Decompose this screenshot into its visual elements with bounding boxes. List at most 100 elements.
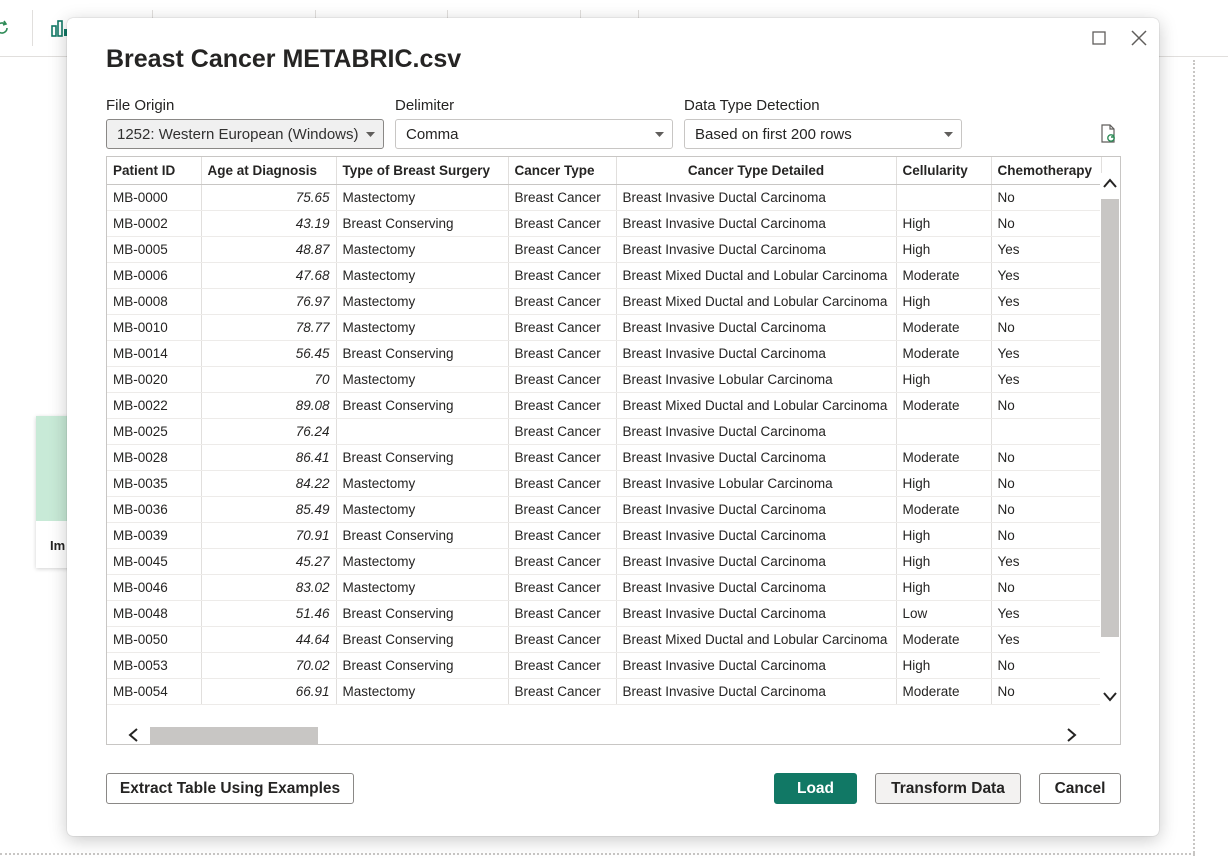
table-cell[interactable]: Breast Invasive Ductal Carcinoma bbox=[616, 340, 897, 367]
table-cell[interactable]: Yes bbox=[991, 288, 1102, 315]
column-header[interactable]: Cellularity bbox=[896, 157, 992, 185]
table-cell[interactable]: Breast Invasive Ductal Carcinoma bbox=[616, 184, 897, 211]
table-cell[interactable]: Breast Cancer bbox=[508, 496, 617, 523]
table-cell[interactable]: Breast Mixed Ductal and Lobular Carcinom… bbox=[616, 262, 897, 289]
table-cell[interactable]: MB-0050 bbox=[107, 626, 202, 653]
table-cell[interactable]: 78.77 bbox=[201, 314, 337, 341]
table-cell[interactable]: Breast Invasive Ductal Carcinoma bbox=[616, 600, 897, 627]
transform-data-button[interactable]: Transform Data bbox=[875, 773, 1021, 804]
table-cell[interactable]: 48.87 bbox=[201, 236, 337, 263]
table-cell[interactable]: Mastectomy bbox=[336, 184, 509, 211]
table-cell[interactable]: Mastectomy bbox=[336, 236, 509, 263]
table-cell[interactable]: Breast Cancer bbox=[508, 600, 617, 627]
delimiter-select[interactable]: Comma bbox=[395, 119, 673, 149]
table-cell[interactable]: MB-0008 bbox=[107, 288, 202, 315]
table-cell[interactable]: Breast Invasive Ductal Carcinoma bbox=[616, 574, 897, 601]
table-cell[interactable]: Yes bbox=[991, 340, 1102, 367]
table-cell[interactable]: MB-0020 bbox=[107, 366, 202, 393]
table-cell[interactable]: 70.91 bbox=[201, 522, 337, 549]
table-cell[interactable]: 45.27 bbox=[201, 548, 337, 575]
table-cell[interactable]: No bbox=[991, 496, 1102, 523]
table-cell[interactable]: 70.02 bbox=[201, 652, 337, 679]
table-cell[interactable]: Yes bbox=[991, 366, 1102, 393]
table-cell[interactable]: Breast Invasive Ductal Carcinoma bbox=[616, 522, 897, 549]
table-cell[interactable]: Breast Invasive Ductal Carcinoma bbox=[616, 444, 897, 471]
table-cell[interactable]: No bbox=[991, 210, 1102, 237]
table-cell[interactable]: 66.91 bbox=[201, 678, 337, 705]
table-cell[interactable]: Breast Cancer bbox=[508, 366, 617, 393]
vertical-scrollbar[interactable] bbox=[1100, 173, 1120, 728]
table-cell[interactable]: Mastectomy bbox=[336, 574, 509, 601]
table-cell[interactable]: 76.97 bbox=[201, 288, 337, 315]
table-cell[interactable]: 47.68 bbox=[201, 262, 337, 289]
table-cell[interactable]: Moderate bbox=[896, 262, 992, 289]
table-cell[interactable]: 70 bbox=[201, 366, 337, 393]
table-cell[interactable]: 86.41 bbox=[201, 444, 337, 471]
table-cell[interactable]: Breast Cancer bbox=[508, 522, 617, 549]
scroll-left-icon[interactable] bbox=[127, 728, 139, 742]
table-cell[interactable]: Breast Cancer bbox=[508, 392, 617, 419]
table-cell[interactable]: Breast Mixed Ductal and Lobular Carcinom… bbox=[616, 288, 897, 315]
table-cell[interactable]: High bbox=[896, 522, 992, 549]
table-cell[interactable]: No bbox=[991, 470, 1102, 497]
table-cell[interactable]: MB-0046 bbox=[107, 574, 202, 601]
scroll-down-icon[interactable] bbox=[1103, 691, 1117, 703]
table-cell[interactable]: Breast Cancer bbox=[508, 678, 617, 705]
cancel-button[interactable]: Cancel bbox=[1039, 773, 1121, 804]
horizontal-scroll-thumb[interactable] bbox=[150, 727, 318, 744]
table-cell[interactable]: No bbox=[991, 522, 1102, 549]
table-cell[interactable]: 44.64 bbox=[201, 626, 337, 653]
table-cell[interactable]: 51.46 bbox=[201, 600, 337, 627]
table-cell[interactable]: Breast Cancer bbox=[508, 470, 617, 497]
table-cell[interactable]: Breast Conserving bbox=[336, 392, 509, 419]
table-cell[interactable]: 85.49 bbox=[201, 496, 337, 523]
table-cell[interactable]: MB-0053 bbox=[107, 652, 202, 679]
table-cell[interactable]: Breast Cancer bbox=[508, 210, 617, 237]
column-header[interactable]: Chemotherapy bbox=[991, 157, 1102, 185]
table-cell[interactable]: Breast Invasive Ductal Carcinoma bbox=[616, 236, 897, 263]
table-cell[interactable]: Moderate bbox=[896, 340, 992, 367]
table-cell[interactable]: Moderate bbox=[896, 496, 992, 523]
table-cell[interactable]: Yes bbox=[991, 600, 1102, 627]
column-header[interactable]: Age at Diagnosis bbox=[201, 157, 337, 185]
table-cell[interactable]: Yes bbox=[991, 548, 1102, 575]
table-cell[interactable]: No bbox=[991, 184, 1102, 211]
table-cell[interactable]: No bbox=[991, 574, 1102, 601]
table-cell[interactable]: No bbox=[991, 678, 1102, 705]
refresh-icon[interactable] bbox=[0, 20, 10, 36]
extract-table-button[interactable]: Extract Table Using Examples bbox=[106, 773, 354, 804]
table-cell[interactable]: MB-0010 bbox=[107, 314, 202, 341]
table-cell[interactable]: MB-0005 bbox=[107, 236, 202, 263]
table-cell[interactable]: Breast Cancer bbox=[508, 314, 617, 341]
table-cell[interactable]: Breast Invasive Ductal Carcinoma bbox=[616, 496, 897, 523]
scroll-right-icon[interactable] bbox=[1066, 728, 1078, 742]
table-cell[interactable]: Moderate bbox=[896, 314, 992, 341]
table-cell[interactable]: Mastectomy bbox=[336, 548, 509, 575]
table-cell[interactable]: Breast Invasive Ductal Carcinoma bbox=[616, 678, 897, 705]
table-cell[interactable]: Breast Cancer bbox=[508, 288, 617, 315]
table-cell[interactable]: MB-0035 bbox=[107, 470, 202, 497]
table-cell[interactable]: Yes bbox=[991, 236, 1102, 263]
table-cell[interactable]: High bbox=[896, 366, 992, 393]
table-cell[interactable]: Breast Conserving bbox=[336, 210, 509, 237]
table-cell[interactable]: Breast Mixed Ductal and Lobular Carcinom… bbox=[616, 626, 897, 653]
table-cell[interactable]: MB-0025 bbox=[107, 418, 202, 445]
table-cell[interactable]: 43.19 bbox=[201, 210, 337, 237]
table-cell[interactable]: Breast Cancer bbox=[508, 574, 617, 601]
table-cell[interactable]: High bbox=[896, 574, 992, 601]
table-cell[interactable]: Breast Invasive Ductal Carcinoma bbox=[616, 418, 897, 445]
table-cell[interactable]: Breast Conserving bbox=[336, 626, 509, 653]
column-header[interactable]: Cancer Type Detailed bbox=[616, 157, 897, 185]
refresh-document-icon[interactable] bbox=[1098, 124, 1118, 144]
table-cell[interactable]: Mastectomy bbox=[336, 288, 509, 315]
table-cell[interactable]: Breast Cancer bbox=[508, 626, 617, 653]
table-cell[interactable]: Yes bbox=[991, 262, 1102, 289]
table-cell[interactable]: 76.24 bbox=[201, 418, 337, 445]
data-type-detection-select[interactable]: Based on first 200 rows bbox=[684, 119, 962, 149]
table-cell[interactable]: MB-0048 bbox=[107, 600, 202, 627]
data-preview-grid[interactable]: Patient ID Age at Diagnosis Type of Brea… bbox=[106, 156, 1121, 745]
horizontal-scrollbar[interactable] bbox=[107, 726, 1100, 744]
table-cell[interactable]: Low bbox=[896, 600, 992, 627]
table-cell[interactable]: Breast Cancer bbox=[508, 418, 617, 445]
table-cell[interactable]: 83.02 bbox=[201, 574, 337, 601]
